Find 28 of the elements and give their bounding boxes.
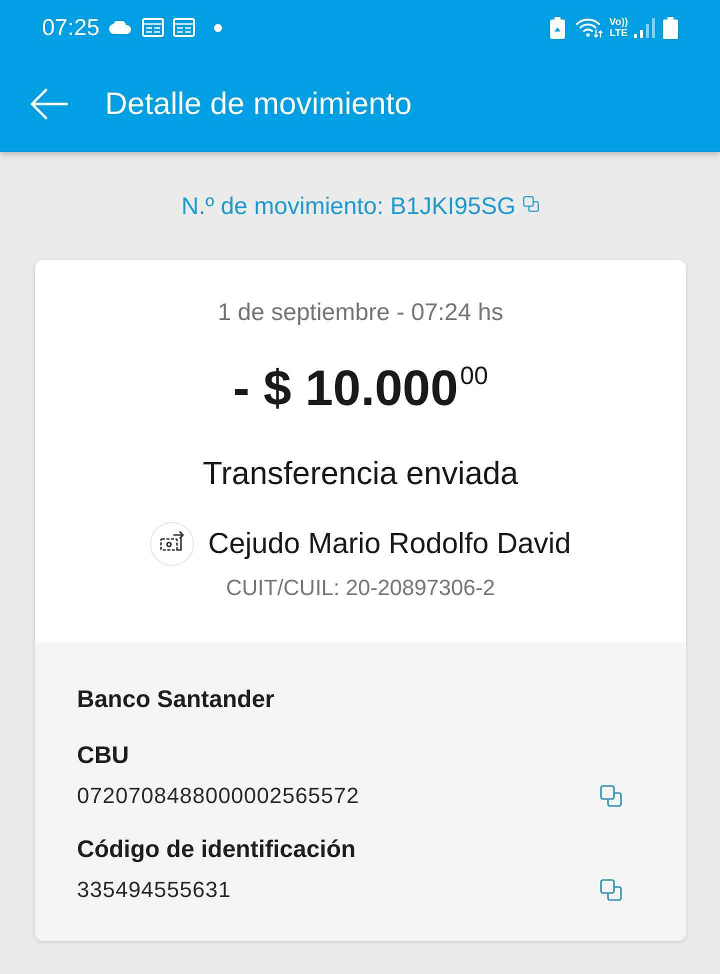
copy-icon[interactable] xyxy=(600,785,622,807)
transaction-amount: - $ 10.000$^{00}$ xyxy=(233,360,488,416)
field-value: 335494555631 xyxy=(77,876,232,904)
signal-icon xyxy=(634,18,655,38)
copy-icon[interactable] xyxy=(522,196,539,212)
cloud-icon xyxy=(108,21,132,34)
recipient-tax-id: CUIT/CUIL: 20-20897306-2 xyxy=(226,574,496,602)
recipient-name: Cejudo Mario Rodolfo David xyxy=(208,527,571,561)
status-time: 07:25 xyxy=(42,16,100,39)
lte-label: LTE xyxy=(610,28,628,38)
screen-title: Detalle de movimiento xyxy=(105,88,412,119)
transaction-date: 1 de septiembre - 07:24 hs xyxy=(218,298,504,328)
bank-name: Banco Santander xyxy=(77,685,274,715)
calendar-icon xyxy=(172,18,195,37)
field-value: 0720708488000002565572 xyxy=(77,782,360,810)
wifi-icon xyxy=(576,18,604,38)
transaction-type: Transferencia enviada xyxy=(202,454,518,492)
battery-icon xyxy=(663,16,678,38)
calendar-icon xyxy=(142,18,164,37)
volte-label: Vo)) xyxy=(609,16,628,28)
notification-dot-icon xyxy=(214,24,222,32)
money-transfer-icon xyxy=(150,522,194,566)
battery-saver-icon xyxy=(550,16,566,38)
copy-icon[interactable] xyxy=(600,879,622,901)
field-label: Código de identificación xyxy=(77,835,356,865)
field-label: CBU xyxy=(77,741,129,771)
back-arrow-icon[interactable] xyxy=(30,88,68,120)
movement-number: N.º de movimiento: B1JKI95SG xyxy=(181,192,516,222)
